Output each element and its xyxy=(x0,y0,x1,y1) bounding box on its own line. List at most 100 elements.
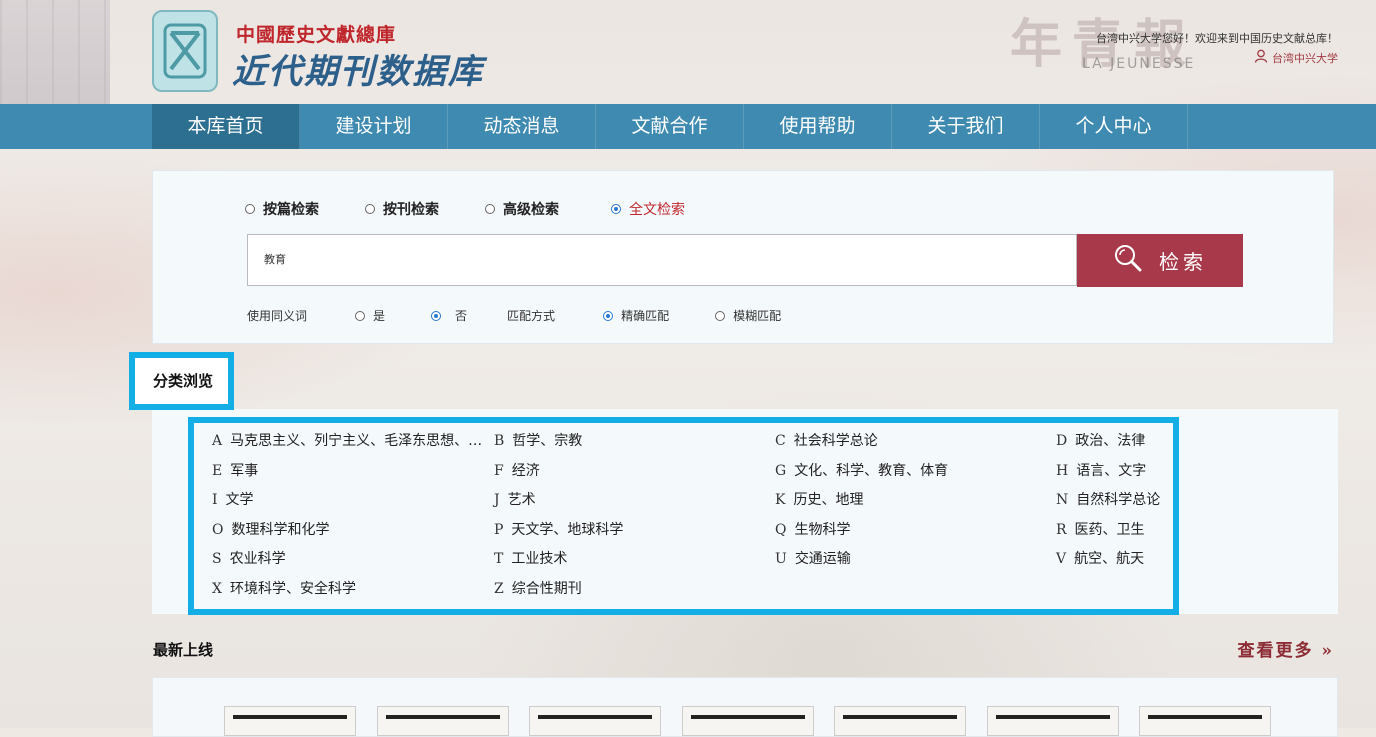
category-item-p[interactable]: P 天文学、地球科学 xyxy=(494,519,623,539)
user-link[interactable]: 台湾中兴大学 xyxy=(1254,49,1338,66)
category-item-k[interactable]: K 历史、地理 xyxy=(775,489,863,509)
radio-checked-icon xyxy=(603,310,614,321)
category-item-q[interactable]: Q 生物科学 xyxy=(775,519,850,539)
category-code: T xyxy=(494,551,504,568)
journal-thumbnail[interactable] xyxy=(224,706,356,736)
category-item-h[interactable]: H 语言、文字 xyxy=(1056,460,1146,480)
search-options: 使用同义词 是 否 匹配方式 精确匹配 模糊匹配 xyxy=(247,307,781,324)
nav-item-about[interactable]: 关于我们 xyxy=(892,104,1040,149)
nav-item-plan[interactable]: 建设计划 xyxy=(300,104,448,149)
category-code: Z xyxy=(494,581,504,597)
journal-thumbnail[interactable] xyxy=(1139,706,1271,736)
category-label: 政治、法律 xyxy=(1075,433,1146,449)
category-item-j[interactable]: J 艺术 xyxy=(494,489,536,509)
nav-item-personal[interactable]: 个人中心 xyxy=(1040,104,1188,149)
category-label: 文学 xyxy=(225,492,254,509)
category-item-a[interactable]: A 马克思主义、列宁主义、毛泽东思想、… xyxy=(212,430,482,450)
category-label: 语言、文字 xyxy=(1076,462,1147,479)
category-code: A xyxy=(212,433,223,449)
journal-thumbnail[interactable] xyxy=(376,706,509,736)
newest-title: 最新上线 xyxy=(153,641,214,659)
category-label: 自然科学总论 xyxy=(1076,492,1161,509)
match-exact-radio[interactable]: 精确匹配 xyxy=(603,307,669,324)
category-label: 经济 xyxy=(511,462,540,479)
category-label: 环境科学、安全科学 xyxy=(229,581,356,597)
category-code: F xyxy=(494,462,504,479)
category-item-i[interactable]: I 文学 xyxy=(212,489,254,509)
category-item-t[interactable]: T 工业技术 xyxy=(494,548,567,568)
category-item-z[interactable]: Z 综合性期刊 xyxy=(494,578,582,598)
category-label: 哲学、宗教 xyxy=(512,433,583,449)
main-nav: 本库首页 建设计划 动态消息 文献合作 使用帮助 关于我们 个人中心 xyxy=(0,104,1376,149)
journal-thumbnail[interactable] xyxy=(834,706,966,736)
category-item-x[interactable]: X 环境科学、安全科学 xyxy=(212,578,356,598)
radio-icon xyxy=(355,310,366,321)
search-mode-group: 按篇检索 按刊检索 高级检索 全文检索 xyxy=(245,199,685,219)
category-title: 分类浏览 xyxy=(153,372,214,390)
category-item-u[interactable]: U 交通运输 xyxy=(775,548,851,568)
category-code: I xyxy=(212,492,218,509)
user-name: 台湾中兴大学 xyxy=(1272,51,1338,65)
synonym-no-radio[interactable]: 否 xyxy=(431,307,467,324)
match-fuzzy-radio[interactable]: 模糊匹配 xyxy=(715,307,781,324)
category-label: 医药、卫生 xyxy=(1074,521,1145,538)
category-code: G xyxy=(775,462,787,479)
category-item-o[interactable]: O 数理科学和化学 xyxy=(212,519,329,539)
radio-checked-icon xyxy=(431,310,442,321)
category-label: 马克思主义、列宁主义、毛泽东思想、… xyxy=(230,433,483,449)
category-item-f[interactable]: F 经济 xyxy=(494,460,540,480)
search-mode-journal[interactable]: 按刊检索 xyxy=(365,199,439,219)
search-button[interactable]: 检索 xyxy=(1077,234,1243,287)
search-input[interactable]: 教育 xyxy=(247,234,1077,286)
category-item-n[interactable]: N 自然科学总论 xyxy=(1056,489,1160,509)
category-code: S xyxy=(212,551,222,568)
category-item-e[interactable]: E 军事 xyxy=(212,460,258,480)
journal-thumbnail[interactable] xyxy=(681,706,814,736)
category-item-v[interactable]: V 航空、航天 xyxy=(1056,548,1144,568)
nav-item-news[interactable]: 动态消息 xyxy=(448,104,596,149)
synonym-label: 使用同义词 xyxy=(247,309,308,323)
category-code: R xyxy=(1056,521,1067,538)
category-code: H xyxy=(1056,462,1069,479)
radio-checked-icon xyxy=(611,204,621,214)
category-label: 综合性期刊 xyxy=(511,581,582,597)
nav-item-cooperation[interactable]: 文献合作 xyxy=(596,104,744,149)
search-mode-advanced[interactable]: 高级检索 xyxy=(485,199,559,219)
logo-title[interactable]: 中國歷史文獻總庫 xyxy=(236,20,396,47)
category-item-r[interactable]: R 医药、卫生 xyxy=(1056,519,1145,539)
category-item-g[interactable]: G 文化、科学、教育、体育 xyxy=(775,460,948,480)
radio-icon xyxy=(485,204,495,214)
category-code: V xyxy=(1056,551,1067,568)
category-item-s[interactable]: S 农业科学 xyxy=(212,548,286,568)
nav-item-help[interactable]: 使用帮助 xyxy=(744,104,892,149)
logo-subtitle[interactable]: 近代期刊数据库 xyxy=(232,44,484,93)
category-label: 文化、科学、教育、体育 xyxy=(794,462,949,479)
radio-icon xyxy=(715,310,726,321)
category-code: U xyxy=(775,551,787,568)
journal-thumbnail[interactable] xyxy=(529,706,661,736)
category-item-c[interactable]: C 社会科学总论 xyxy=(775,430,878,450)
category-item-d[interactable]: D 政治、法律 xyxy=(1056,430,1145,450)
category-label: 天文学、地球科学 xyxy=(511,521,624,538)
view-more-link[interactable]: 查看更多 » xyxy=(1237,636,1334,661)
search-mode-article[interactable]: 按篇检索 xyxy=(245,199,319,219)
category-item-b[interactable]: B 哲学、宗教 xyxy=(494,430,582,450)
search-button-label: 检索 xyxy=(1159,250,1207,274)
category-code: O xyxy=(212,521,224,538)
category-label: 数理科学和化学 xyxy=(231,521,330,538)
category-label: 交通运输 xyxy=(794,551,851,568)
welcome-text: 台湾中兴大学您好！欢迎来到中国历史文献总库！ xyxy=(1096,32,1338,45)
journal-thumbnail[interactable] xyxy=(986,706,1119,736)
category-code: C xyxy=(775,433,786,449)
user-icon xyxy=(1254,49,1268,66)
category-code: P xyxy=(494,521,504,538)
nav-item-home[interactable]: 本库首页 xyxy=(152,104,300,149)
category-label: 社会科学总论 xyxy=(793,433,878,449)
category-code: N xyxy=(1056,492,1069,509)
category-label: 生物科学 xyxy=(794,521,851,538)
search-mode-fulltext[interactable]: 全文检索 xyxy=(611,199,685,219)
logo-emblem-icon[interactable] xyxy=(152,10,218,92)
category-label: 历史、地理 xyxy=(793,492,864,509)
search-panel: 按篇检索 按刊检索 高级检索 全文检索 教育 检索 使用同义词 是 否 匹配方式… xyxy=(152,170,1334,344)
synonym-yes-radio[interactable]: 是 xyxy=(355,307,385,324)
